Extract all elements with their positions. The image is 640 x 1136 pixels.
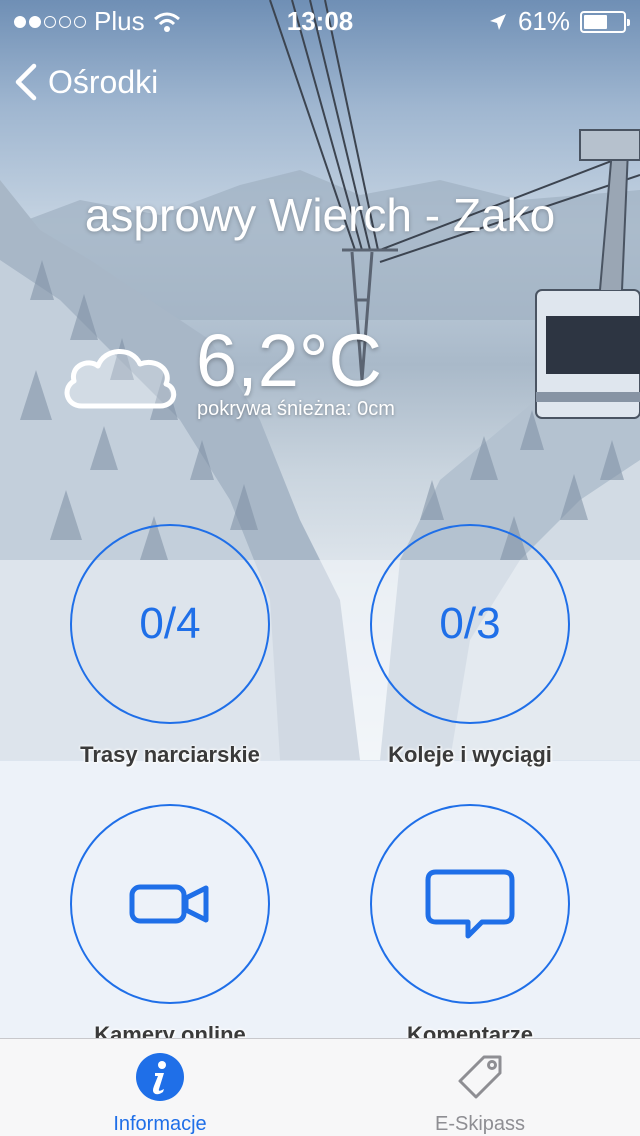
comment-icon — [425, 869, 515, 939]
back-button[interactable]: Ośrodki — [14, 62, 158, 102]
resort-title-text: asprowy Wierch - Zako — [84, 189, 556, 241]
status-bar: Plus 13:08 61% — [0, 0, 640, 40]
tab-bar: Informacje E-Skipass — [0, 1038, 640, 1136]
resort-title: asprowy Wierch - Zako — [0, 188, 640, 244]
ski-runs-button[interactable]: 0/4 — [70, 524, 270, 724]
ski-runs-label: Trasy narciarskie — [80, 742, 260, 767]
tab-e-skipass[interactable]: E-Skipass — [320, 1039, 640, 1136]
lifts-label: Koleje i wyciągi — [388, 742, 552, 767]
ski-runs-count: 0/4 — [139, 599, 201, 648]
status-right: 61% — [488, 6, 630, 37]
battery-fill — [584, 14, 608, 29]
battery-icon — [580, 10, 630, 33]
tab-informacje[interactable]: Informacje — [0, 1039, 320, 1136]
video-camera-icon — [129, 884, 209, 924]
snow-cover: pokrywa śnieżna: 0cm — [197, 398, 395, 420]
chevron-left-icon — [15, 63, 37, 101]
tag-icon — [458, 1055, 502, 1099]
comments-button[interactable] — [370, 804, 570, 1004]
battery-percent: 61% — [517, 6, 570, 36]
tab-e-skipass-label: E-Skipass — [434, 1113, 526, 1135]
temperature: 6,2°C — [196, 319, 382, 402]
location-arrow-icon — [489, 13, 506, 30]
tab-informacje-label: Informacje — [113, 1113, 207, 1135]
cloud-icon — [64, 349, 177, 409]
info-icon — [136, 1053, 184, 1101]
back-button-label: Ośrodki — [48, 63, 159, 100]
webcams-button[interactable] — [70, 804, 270, 1004]
lifts-count: 0/3 — [439, 599, 501, 648]
lifts-button[interactable]: 0/3 — [370, 524, 570, 724]
